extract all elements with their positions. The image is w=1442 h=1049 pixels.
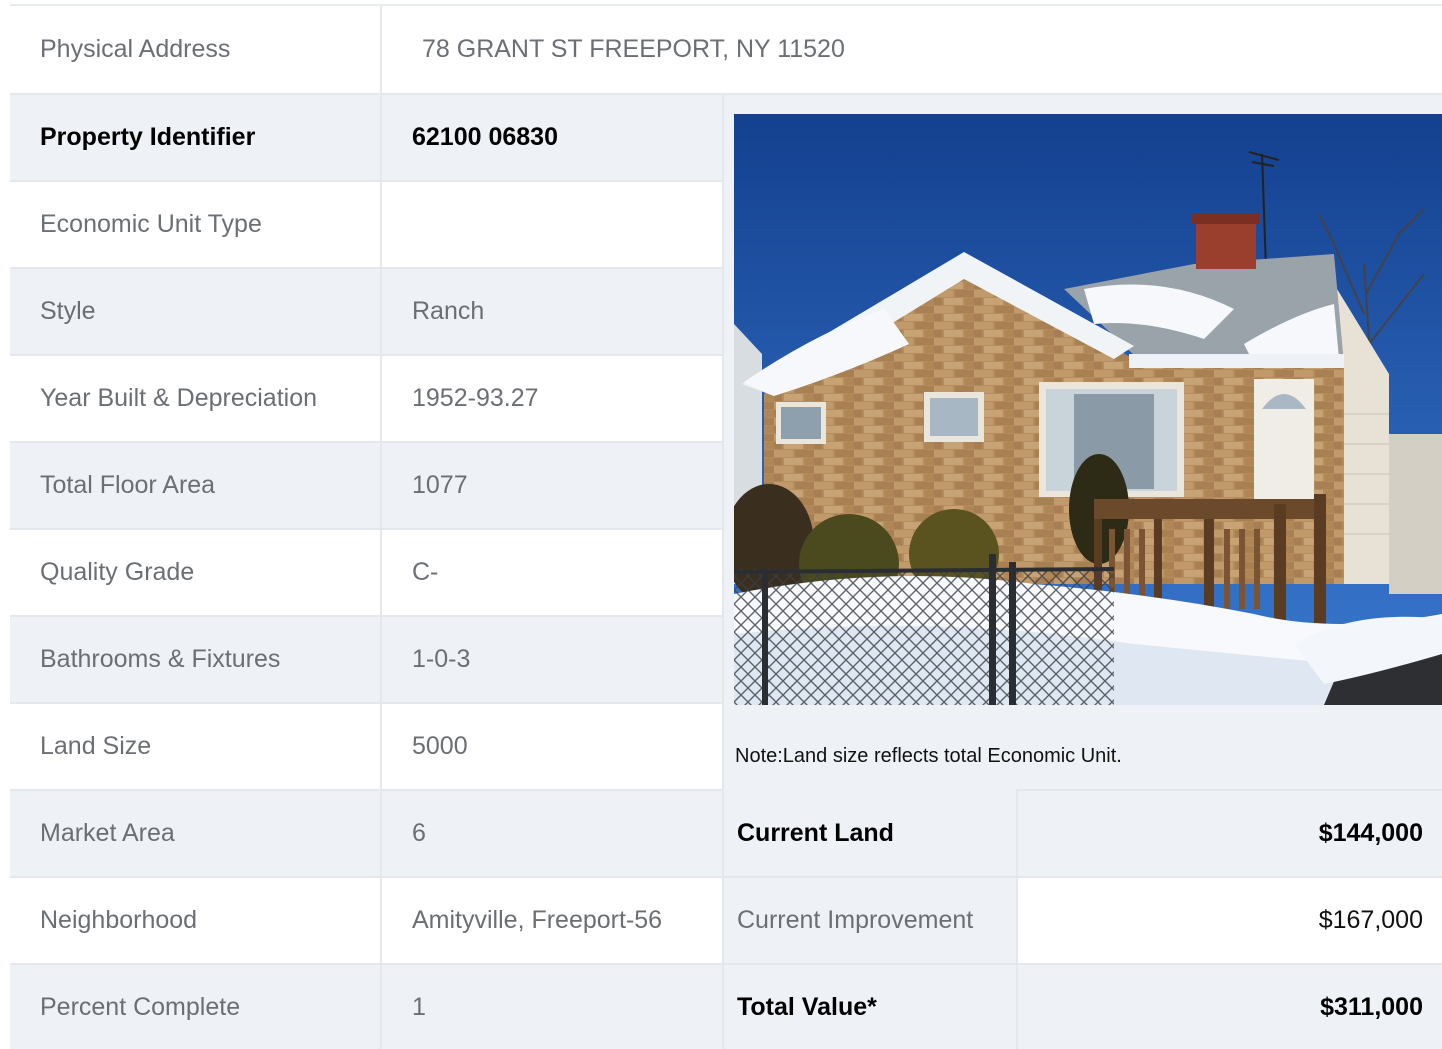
house-photo xyxy=(734,114,1442,705)
detail-value-year-built: 1952-93.27 xyxy=(382,356,722,441)
row-divider xyxy=(10,615,722,617)
row-divider xyxy=(10,441,722,443)
row-divider xyxy=(10,876,1442,878)
row-divider xyxy=(10,267,722,269)
detail-value-market-area: 6 xyxy=(382,791,722,876)
current-land-label: Current Land xyxy=(724,791,1016,876)
physical-address-value: 78 GRANT ST FREEPORT, NY 11520 xyxy=(382,6,1442,93)
detail-label-economic-unit-type: Economic Unit Type xyxy=(10,182,380,267)
row-divider xyxy=(1016,789,1442,791)
detail-value-land-size: 5000 xyxy=(382,704,722,789)
current-land-value: $144,000 xyxy=(1018,791,1442,876)
row-divider xyxy=(10,180,722,182)
total-value-value: $311,000 xyxy=(1018,965,1442,1049)
row-divider xyxy=(10,93,1442,95)
detail-value-neighborhood: Amityville, Freeport-56 xyxy=(382,878,722,963)
current-improvement-value: $167,000 xyxy=(1018,878,1442,963)
column-divider xyxy=(1016,791,1018,1049)
column-divider xyxy=(722,95,724,1049)
detail-label-percent-complete: Percent Complete xyxy=(10,965,380,1049)
detail-value-percent-complete: 1 xyxy=(382,965,722,1049)
detail-label-bathrooms: Bathrooms & Fixtures xyxy=(10,617,380,702)
detail-label-market-area: Market Area xyxy=(10,791,380,876)
detail-value-bathrooms: 1-0-3 xyxy=(382,617,722,702)
property-identifier-value: 62100 06830 xyxy=(382,95,722,180)
detail-label-land-size: Land Size xyxy=(10,704,380,789)
detail-value-style: Ranch xyxy=(382,269,722,354)
row-divider xyxy=(10,702,722,704)
current-improvement-label: Current Improvement xyxy=(724,878,1016,963)
detail-label-style: Style xyxy=(10,269,380,354)
land-size-note: Note:Land size reflects total Economic U… xyxy=(735,745,1122,767)
row-divider xyxy=(10,354,722,356)
detail-value-total-floor-area: 1077 xyxy=(382,443,722,528)
row-divider xyxy=(10,963,1442,965)
detail-value-quality-grade: C- xyxy=(382,530,722,615)
row-divider xyxy=(10,528,722,530)
detail-value-economic-unit-type xyxy=(382,182,722,267)
detail-label-quality-grade: Quality Grade xyxy=(10,530,380,615)
physical-address-label: Physical Address xyxy=(10,6,380,93)
property-identifier-label: Property Identifier xyxy=(10,95,380,180)
detail-label-total-floor-area: Total Floor Area xyxy=(10,443,380,528)
row-divider xyxy=(10,789,722,791)
detail-label-year-built: Year Built & Depreciation xyxy=(10,356,380,441)
total-value-label: Total Value* xyxy=(724,965,1016,1049)
detail-label-neighborhood: Neighborhood xyxy=(10,878,380,963)
